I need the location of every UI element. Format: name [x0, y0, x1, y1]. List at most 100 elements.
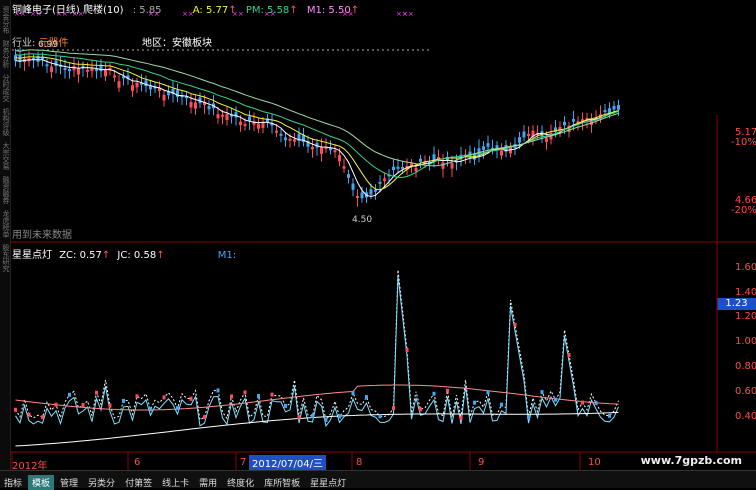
candle-body	[401, 166, 404, 169]
svg-text:××: ××	[342, 10, 354, 18]
candle-body	[414, 167, 418, 172]
candle-body	[545, 138, 548, 142]
candle-body	[279, 133, 283, 136]
candle-body	[563, 121, 566, 126]
candle-body	[374, 189, 377, 192]
candle-body	[396, 166, 400, 169]
candle-body	[572, 119, 575, 122]
star-marker	[405, 348, 409, 352]
star-marker	[554, 397, 557, 402]
x-label-6: 10	[588, 457, 601, 468]
star-marker	[122, 398, 125, 403]
candle-body	[50, 66, 53, 73]
star-marker	[324, 417, 328, 422]
star-marker	[135, 394, 139, 399]
svg-text:××: ××	[148, 10, 160, 18]
star-marker	[567, 353, 571, 357]
top-markers: ×× ×× ×× ×× ×× ×× ×× ×× ×× ××××	[14, 10, 414, 18]
candle-body	[347, 174, 350, 178]
candle-body	[419, 158, 422, 162]
candle-body	[383, 178, 386, 181]
candle-body	[338, 155, 341, 162]
candle-body	[311, 146, 314, 150]
tab-3[interactable]: 另类分	[84, 475, 119, 490]
star-marker	[338, 414, 341, 419]
tab-5[interactable]: 线上卡	[158, 475, 193, 490]
star-marker	[419, 407, 422, 412]
star-marker	[230, 394, 233, 399]
star-marker	[14, 407, 17, 412]
tab-1[interactable]: 模板	[28, 475, 55, 490]
tab-8[interactable]: 库所智板	[260, 475, 304, 490]
svg-text:××: ××	[182, 10, 194, 18]
tab-7[interactable]: 终度化	[223, 475, 258, 490]
candle-body	[162, 94, 166, 101]
star-marker	[270, 392, 274, 397]
candle-body	[63, 68, 67, 71]
stock-chart-canvas[interactable]: ×× ×× ×× ×× ×× ×× ×× ×× ×× ××××	[0, 0, 756, 487]
candle-body	[117, 81, 121, 88]
candle-body	[342, 166, 346, 169]
candle-body	[113, 75, 116, 78]
candle-body	[288, 138, 292, 141]
candle-body	[392, 166, 395, 171]
star-marker	[392, 406, 395, 411]
star-marker	[41, 415, 44, 420]
star-marker	[216, 388, 220, 393]
candle-body	[207, 106, 211, 110]
candle-body	[500, 150, 503, 156]
candle-body	[293, 139, 296, 142]
tab-2[interactable]: 管理	[56, 475, 82, 490]
candle-body	[482, 146, 485, 150]
candle-body	[527, 133, 530, 136]
svg-text:××: ××	[14, 10, 26, 18]
star-marker	[297, 415, 301, 420]
candle-body	[45, 64, 49, 67]
candle-body	[95, 69, 98, 72]
candle-body	[603, 110, 607, 113]
candle-body	[243, 124, 247, 127]
svg-text:××: ××	[402, 10, 414, 18]
candle-body	[261, 122, 265, 128]
zc-dotted-line	[15, 269, 619, 422]
star-marker	[581, 400, 584, 405]
star-marker	[351, 390, 355, 395]
candle-body	[221, 114, 224, 117]
candle-body	[104, 69, 107, 77]
star-marker	[149, 407, 152, 412]
candle-body	[77, 67, 80, 75]
jc-line	[15, 275, 619, 428]
star-marker	[68, 392, 71, 397]
tab-0[interactable]: 指标	[0, 475, 26, 490]
candle-body	[608, 108, 611, 114]
tab-6[interactable]: 需用	[195, 475, 221, 490]
star-marker	[54, 402, 58, 407]
star-marker	[459, 415, 463, 420]
x-label-5: 9	[478, 457, 485, 468]
candle-body	[617, 105, 620, 110]
svg-text:××: ××	[232, 10, 244, 18]
svg-text:××: ××	[56, 10, 68, 18]
tab-9[interactable]: 星星点灯	[306, 475, 350, 490]
star-marker	[432, 391, 436, 396]
star-marker	[540, 390, 544, 395]
star-marker	[27, 412, 31, 417]
star-marker	[203, 415, 206, 420]
candle-body	[225, 113, 229, 121]
candle-body	[284, 137, 287, 141]
star-marker	[378, 414, 382, 419]
x-label-1: 6	[134, 457, 141, 468]
candle-body	[216, 114, 220, 119]
star-marker	[95, 390, 98, 395]
x-label-4: 8	[356, 457, 363, 468]
tab-4[interactable]: 付第签	[121, 475, 156, 490]
star-marker	[176, 406, 179, 411]
star-marker	[365, 395, 368, 400]
candle-body	[194, 102, 197, 109]
svg-text:××: ××	[264, 10, 276, 18]
candle-body	[86, 69, 89, 72]
star-marker	[81, 402, 85, 407]
candle-body	[333, 150, 337, 153]
candle-body	[189, 101, 193, 108]
star-marker	[284, 403, 287, 408]
